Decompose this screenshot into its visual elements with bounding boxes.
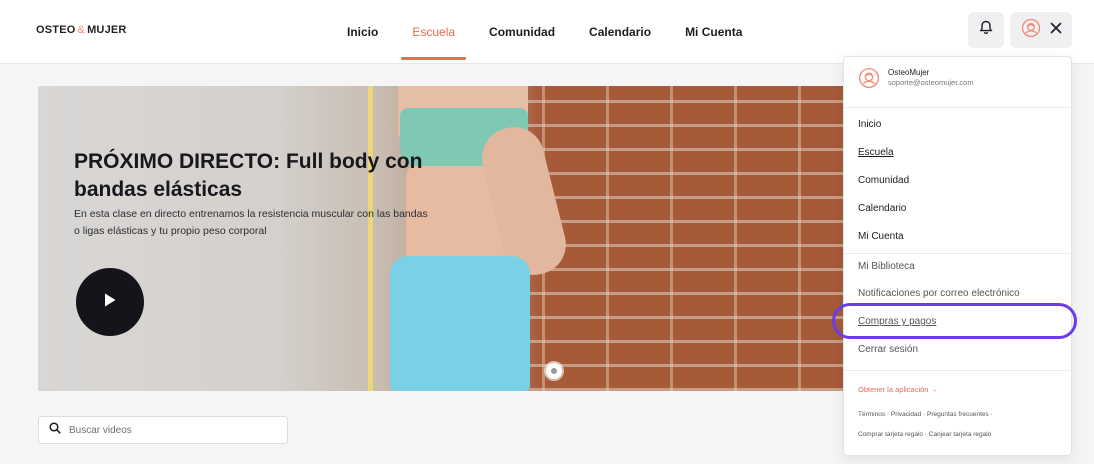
account-dropdown: OsteoMujer soporte@osteomujer.com Inicio… [843, 56, 1072, 456]
search-input[interactable] [69, 424, 269, 436]
footer-links[interactable]: Términos · Privacidad · Preguntas frecue… [858, 411, 993, 418]
nav-item-calendario[interactable]: Calendario [572, 0, 668, 64]
get-app-link[interactable]: Obtener la aplicación → [858, 385, 938, 394]
dropdown-user: OsteoMujer soporte@osteomujer.com [858, 67, 974, 89]
avatar-icon [1021, 18, 1041, 43]
hero-figure-shorts [390, 256, 530, 391]
search-box [38, 416, 288, 444]
user-name: OsteoMujer [888, 68, 930, 77]
menu-item-cerrar-sesion[interactable]: Cerrar sesión [858, 344, 918, 355]
logo-text-left: OSTEO [36, 24, 76, 36]
account-menu-button[interactable] [1010, 12, 1072, 48]
menu-item-calendario[interactable]: Calendario [858, 203, 906, 214]
hero-title: PRÓXIMO DIRECTO: Full body con bandas el… [74, 150, 423, 201]
close-icon [1050, 21, 1062, 39]
nav-item-inicio[interactable]: Inicio [330, 0, 395, 64]
gift-card-links[interactable]: Comprar tarjeta regalo · Canjear tarjeta… [858, 431, 991, 438]
user-avatar-icon [858, 67, 880, 89]
main-nav: Inicio Escuela Comunidad Calendario Mi C… [330, 0, 759, 64]
hero-banner[interactable]: PRÓXIMO DIRECTO: Full body con bandas el… [38, 86, 898, 391]
menu-item-mi-biblioteca[interactable]: Mi Biblioteca [858, 261, 915, 272]
menu-item-comunidad[interactable]: Comunidad [858, 175, 909, 186]
logo-text-right: MUJER [87, 24, 127, 36]
menu-item-mi-cuenta[interactable]: Mi Cuenta [858, 231, 904, 242]
logo-ampersand: & [77, 24, 86, 36]
play-icon [103, 292, 117, 313]
menu-item-escuela[interactable]: Escuela [858, 147, 894, 158]
notifications-button[interactable] [968, 12, 1004, 48]
page: OSTEO & MUJER Inicio Escuela Comunidad Cal… [0, 0, 1094, 464]
dropdown-divider [844, 253, 1071, 254]
play-button[interactable] [76, 268, 144, 336]
nav-item-escuela[interactable]: Escuela [395, 0, 472, 64]
dropdown-divider [844, 107, 1071, 108]
highlight-outline [832, 303, 1077, 339]
user-email: soporte@osteomujer.com [888, 78, 974, 87]
dropdown-divider [844, 370, 1071, 371]
search-icon [49, 421, 61, 439]
header-actions [968, 12, 1072, 48]
carousel-dot[interactable] [546, 363, 562, 379]
nav-item-comunidad[interactable]: Comunidad [472, 0, 572, 64]
menu-item-inicio[interactable]: Inicio [858, 119, 881, 130]
top-header: OSTEO & MUJER Inicio Escuela Comunidad Cal… [0, 0, 1094, 64]
bell-icon [979, 20, 993, 40]
menu-item-notificaciones[interactable]: Notificaciones por correo electrónico [858, 288, 1020, 299]
nav-item-mi-cuenta[interactable]: Mi Cuenta [668, 0, 759, 64]
hero-description: En esta clase en directo entrenamos la r… [74, 208, 428, 237]
logo[interactable]: OSTEO & MUJER [36, 24, 127, 36]
